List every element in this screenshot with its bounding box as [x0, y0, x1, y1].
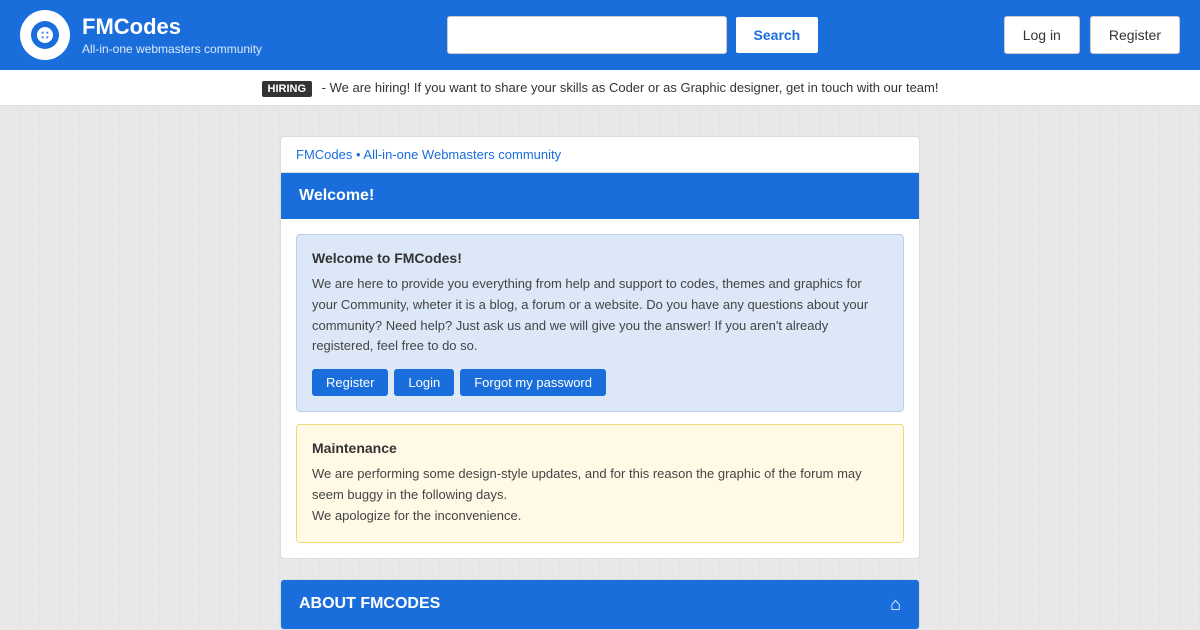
- welcome-header: Welcome!: [281, 173, 919, 219]
- search-input[interactable]: [447, 16, 727, 54]
- welcome-login-button[interactable]: Login: [394, 369, 454, 396]
- breadcrumb: FMCodes • All-in-one Webmasters communit…: [280, 136, 920, 173]
- home-icon: ⌂: [890, 594, 901, 615]
- register-button[interactable]: Register: [1090, 16, 1180, 54]
- header-actions: Log in Register: [1004, 16, 1180, 54]
- search-button[interactable]: Search: [735, 16, 820, 54]
- hiring-badge: HIRING: [262, 81, 313, 97]
- logo-area: FMCodes All-in-one webmasters community: [20, 10, 262, 60]
- welcome-btn-group: Register Login Forgot my password: [312, 369, 888, 396]
- about-title: ABOUT FMCODES: [299, 595, 440, 613]
- header: FMCodes All-in-one webmasters community …: [0, 0, 1200, 70]
- logo-icon: [20, 10, 70, 60]
- welcome-body: Welcome to FMCodes! We are here to provi…: [281, 219, 919, 558]
- maintenance-line2: We apologize for the inconvenience.: [312, 506, 888, 527]
- login-button[interactable]: Log in: [1004, 16, 1080, 54]
- welcome-box-body: We are here to provide you everything fr…: [312, 274, 888, 357]
- maintenance-line1: We are performing some design-style upda…: [312, 464, 888, 506]
- site-tagline: All-in-one webmasters community: [82, 42, 262, 56]
- about-section: ABOUT FMCODES ⌂: [280, 579, 920, 630]
- maintenance-box: Maintenance We are performing some desig…: [296, 424, 904, 542]
- welcome-box: Welcome to FMCodes! We are here to provi…: [296, 234, 904, 412]
- about-header: ABOUT FMCODES ⌂: [281, 580, 919, 629]
- breadcrumb-link[interactable]: FMCodes • All-in-one Webmasters communit…: [296, 147, 561, 162]
- welcome-section: Welcome! Welcome to FMCodes! We are here…: [280, 173, 920, 559]
- header-search: Search: [262, 16, 1004, 54]
- hiring-bar: HIRING - We are hiring! If you want to s…: [0, 70, 1200, 106]
- main-content: FMCodes • All-in-one Webmasters communit…: [270, 136, 930, 630]
- site-info: FMCodes All-in-one webmasters community: [82, 14, 262, 56]
- welcome-register-button[interactable]: Register: [312, 369, 388, 396]
- welcome-box-title: Welcome to FMCodes!: [312, 250, 888, 266]
- forgot-password-button[interactable]: Forgot my password: [460, 369, 606, 396]
- site-name: FMCodes: [82, 14, 262, 40]
- maintenance-title: Maintenance: [312, 440, 888, 456]
- hiring-message: - We are hiring! If you want to share yo…: [322, 80, 939, 95]
